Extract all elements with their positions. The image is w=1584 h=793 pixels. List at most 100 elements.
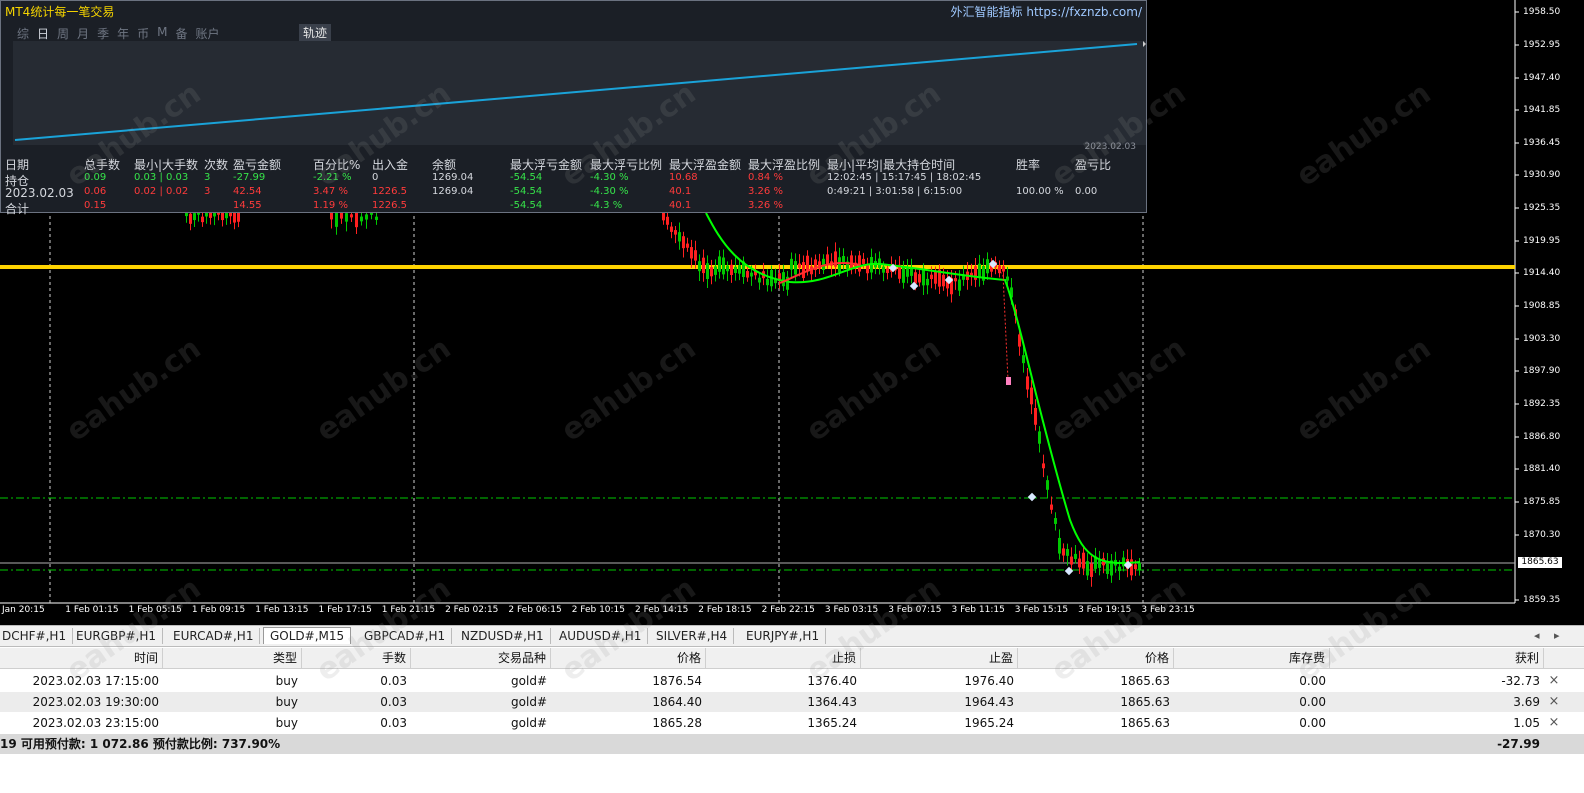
close-order-icon[interactable]: ×	[1548, 671, 1560, 691]
candle-body	[734, 266, 737, 273]
time-tick-label: 3 Feb 11:15	[951, 605, 1005, 615]
symbol-tab[interactable]: NZDUSD#,H1	[455, 628, 551, 644]
symbol-tab[interactable]: EURGBP#,H1	[70, 628, 163, 644]
order-cell: 1976.40	[964, 674, 1014, 688]
price-tick-label: 1925.35	[1523, 203, 1561, 213]
column-header[interactable]: 价格	[1018, 648, 1174, 668]
candle-body	[886, 268, 889, 274]
candle-body	[806, 255, 809, 272]
brand-name: 外汇智能指标	[950, 5, 1023, 19]
symbol-tab[interactable]: GOLD#,M15	[263, 627, 352, 644]
column-header[interactable]: 库存费	[1174, 648, 1330, 668]
column-header[interactable]: 时间	[0, 648, 163, 668]
brand-link[interactable]: https://fxznzb.com/	[1026, 5, 1142, 19]
candle-body	[826, 254, 829, 265]
period-tab[interactable]: 账户	[195, 25, 219, 42]
candle-body	[798, 263, 801, 268]
candle-body	[1074, 553, 1077, 559]
candle-body	[1082, 552, 1085, 569]
stats-cell: 3.26 %	[748, 186, 783, 197]
stats-cell: 100.00 %	[1016, 186, 1064, 197]
symbol-tab[interactable]: DCHF#,H1	[0, 628, 74, 644]
symbol-tab[interactable]: GBPCAD#,H1	[358, 628, 453, 644]
track-button[interactable]: 轨迹	[299, 24, 332, 41]
equity-curve-area	[13, 41, 1146, 145]
candle-body	[914, 272, 917, 284]
stats-cell: 0.09	[84, 172, 107, 183]
tab-next-arrow-icon[interactable]: ▸	[1554, 629, 1560, 642]
order-cell: 1365.24	[807, 716, 857, 730]
candle-body	[365, 214, 368, 220]
stats-cell: 2023.02.03	[5, 186, 74, 200]
price-tick-label: 1892.35	[1523, 399, 1561, 409]
order-row[interactable]: 2023.02.03 23:15:00 buy 0.03 gold# 1865.28 13…	[0, 713, 1584, 733]
price-tick-label: 1903.30	[1523, 334, 1561, 344]
period-tab[interactable]: 备	[175, 25, 187, 42]
orders-header-row: 时间 类型 手数 交易品种 价格 止损 止盈 价格 库存费 获利	[0, 648, 1584, 669]
column-header[interactable]: 手数	[302, 648, 411, 668]
candle-body	[738, 265, 741, 274]
period-tabs: 综日周月季年币 M 备账户	[17, 25, 228, 42]
period-tab[interactable]: 季	[97, 25, 109, 42]
stats-cell: 0.06	[84, 186, 107, 197]
period-tab[interactable]: 综	[17, 25, 29, 42]
stats-cell: 0.84 %	[748, 172, 783, 183]
stats-cell: 42.54	[233, 186, 262, 197]
statistics-panel: MT4统计每一笔交易 外汇智能指标 https://fxznzb.com/ 综日…	[0, 0, 1147, 216]
price-tick-label: 1919.95	[1523, 236, 1561, 246]
candle-body	[862, 258, 865, 264]
close-order-icon[interactable]: ×	[1548, 692, 1560, 712]
symbol-tab[interactable]: SILVER#,H4	[650, 628, 735, 644]
candle-body	[1030, 387, 1033, 405]
order-row[interactable]: 2023.02.03 17:15:00 buy 0.03 gold# 1876.54 13…	[0, 671, 1584, 691]
column-header[interactable]: 价格	[551, 648, 706, 668]
stats-cell: -54.54	[510, 200, 543, 211]
order-cell: 1964.43	[964, 695, 1014, 709]
candle-body	[375, 216, 378, 220]
candle-body	[682, 236, 685, 249]
price-tick-label: 1936.45	[1523, 138, 1561, 148]
order-arrow-icon	[1006, 377, 1011, 385]
candle-body	[189, 213, 192, 224]
stats-cell: 合计	[5, 202, 30, 216]
candle-body	[1026, 376, 1029, 390]
symbol-tab[interactable]: EURCAD#,H1	[167, 628, 261, 644]
time-tick-label: 1 Feb 05:15	[128, 605, 182, 615]
tab-prev-arrow-icon[interactable]: ◂	[1534, 629, 1540, 642]
stats-cell: 40.1	[669, 200, 692, 211]
time-tick-label: 2 Feb 10:15	[571, 605, 626, 615]
symbol-tab[interactable]: AUDUSD#,H1	[553, 628, 649, 644]
order-row[interactable]: 2023.02.03 19:30:00 buy 0.03 gold# 1864.40 13…	[0, 692, 1584, 712]
order-cell: 1965.24	[964, 716, 1014, 730]
period-tab[interactable]: 月	[77, 25, 89, 42]
candle-body	[686, 243, 689, 248]
price-chart[interactable]: 1958.50 1952.95 1947.40 1941.85 1936.45 1930.…	[0, 0, 1584, 625]
candle-body	[678, 232, 681, 242]
candle-body	[1062, 548, 1065, 556]
candle-body	[746, 271, 749, 278]
price-tick-label: 1886.80	[1523, 432, 1561, 442]
candle-body	[710, 267, 713, 277]
current-price-label: 1865.63	[1518, 557, 1562, 568]
stats-header: 最小|大手数	[134, 158, 199, 172]
candle-body	[790, 258, 793, 270]
price-tick-label: 1859.35	[1523, 595, 1561, 605]
column-header[interactable]: 交易品种	[411, 648, 551, 668]
period-tab[interactable]: 周	[57, 25, 69, 42]
candle-body	[782, 272, 785, 287]
stats-cell: -54.54	[510, 186, 543, 197]
time-tick-label: 1 Feb 17:15	[318, 605, 372, 615]
period-tab[interactable]: M	[157, 25, 167, 42]
column-header[interactable]: 止盈	[861, 648, 1018, 668]
candle-body	[1046, 480, 1049, 490]
stats-cell: 0.02 | 0.02	[134, 186, 189, 197]
column-header[interactable]: 止损	[706, 648, 861, 668]
period-tab[interactable]: 日	[37, 25, 49, 42]
column-header[interactable]: 获利	[1330, 648, 1544, 668]
period-tab[interactable]: 币	[137, 25, 149, 42]
stats-header: 最大浮盈比例	[748, 158, 821, 172]
column-header[interactable]: 类型	[163, 648, 302, 668]
symbol-tab[interactable]: EURJPY#,H1	[740, 628, 827, 644]
period-tab[interactable]: 年	[117, 25, 129, 42]
close-order-icon[interactable]: ×	[1548, 713, 1560, 733]
